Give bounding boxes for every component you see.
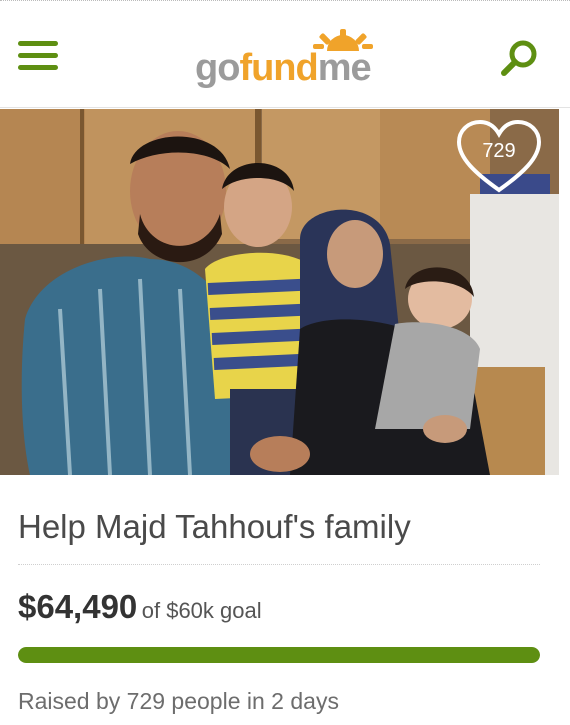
funding-progress-fill [18,647,540,663]
raised-by-text: Raised by 729 people in 2 days [18,688,339,714]
raised-summary: $64,490 of $60k goal [18,588,262,626]
campaign-title: Help Majd Tahhouf's family [18,508,411,545]
raised-amount: $64,490 [18,588,138,625]
hamburger-menu-icon[interactable] [18,41,58,73]
gofundme-logo[interactable]: gofundme [195,29,395,89]
search-icon[interactable] [500,39,540,79]
heart-count: 729 [482,140,516,162]
logo-wordmark: gofundme [195,47,372,89]
goal-text: of $60k goal [141,598,262,623]
title-divider [18,564,540,565]
app-header: gofundme [0,0,570,108]
header-divider [0,107,570,108]
funding-progress-bar [18,647,540,663]
